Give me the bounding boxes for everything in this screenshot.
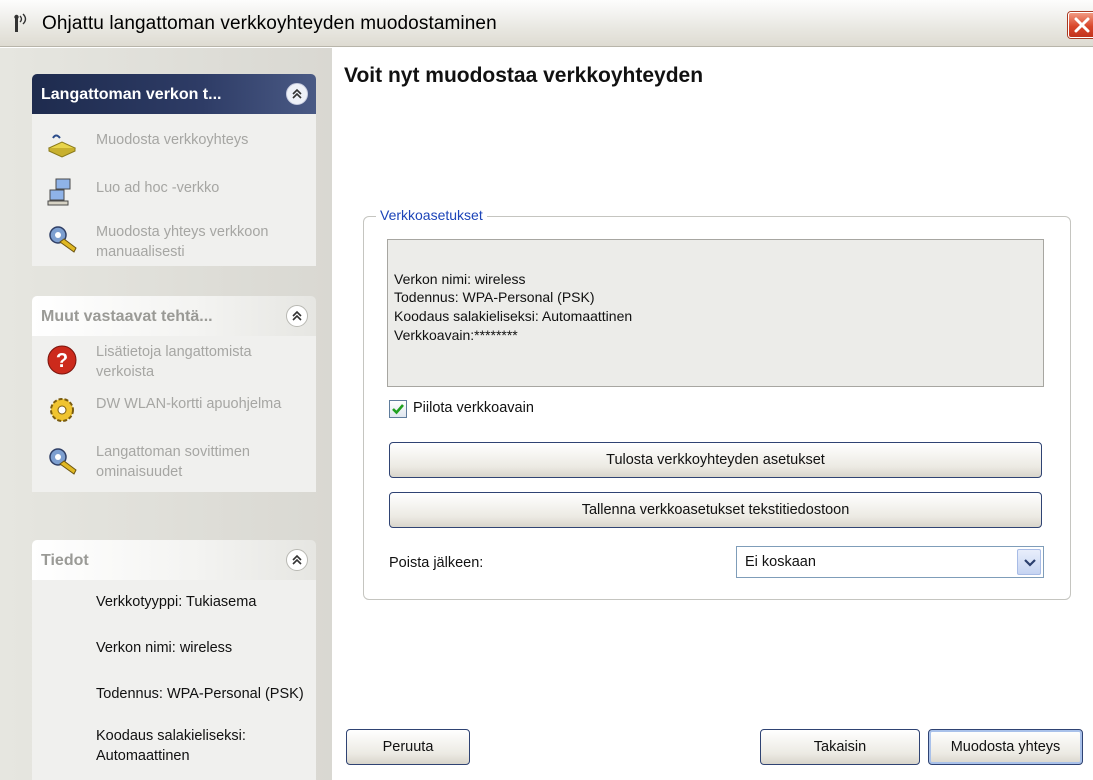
task-label: Lisätietoja langattomista verkoista (96, 344, 252, 380)
detail-encryption: Koodaus salakieliseksi: Automaattinen (96, 728, 246, 764)
task-label: Langattoman sovittimen ominaisuudet (96, 444, 250, 480)
hide-key-checkbox[interactable] (389, 400, 407, 418)
gears-wrench-icon (49, 448, 77, 475)
group-body: ? Lisätietoja langattomista verkoista DW… (32, 336, 316, 492)
settings-summary-box: Verkon nimi: wireless Todennus: WPA-Pers… (387, 239, 1044, 387)
collapse-chevron-icon[interactable] (286, 305, 308, 327)
group-title: Tiedot (41, 552, 89, 569)
chevron-down-icon (1024, 559, 1036, 567)
gear-icon (50, 398, 74, 422)
summary-encryption: Koodaus salakieliseksi: Automaattinen (394, 308, 633, 324)
group-title: Muut vastaavat tehtä... (41, 308, 213, 325)
group-title: Langattoman verkon t... (41, 86, 222, 103)
delete-after-value: Ei koskaan (745, 554, 816, 570)
group-body: Verkkotyyppi: Tukiasema Verkon nimi: wir… (32, 580, 316, 780)
checkmark-icon (392, 404, 404, 415)
close-icon (1074, 17, 1090, 33)
cancel-button[interactable]: Peruuta (346, 729, 470, 765)
task-label: Muodosta yhteys verkkoon manuaalisesti (96, 224, 269, 260)
detail-authentication: Todennus: WPA-Personal (PSK) (96, 686, 304, 702)
delete-after-label: Poista jälkeen: (389, 555, 484, 571)
group-header[interactable]: Langattoman verkon t... (32, 74, 316, 114)
wireless-tasks-group: Langattoman verkon t... Muodosta verkkoy… (32, 74, 316, 266)
task-label: Muodosta verkkoyhteys (96, 132, 249, 148)
summary-network-key: Verkkoavain:******** (394, 327, 518, 343)
collapse-chevron-icon[interactable] (286, 83, 308, 105)
close-button[interactable] (1068, 12, 1093, 38)
detail-network-type: Verkkotyyppi: Tukiasema (96, 594, 257, 610)
group-header[interactable]: Muut vastaavat tehtä... (32, 296, 316, 336)
delete-after-select[interactable]: Ei koskaan (736, 546, 1044, 578)
title-bar: Ohjattu langattoman verkkoyhteyden muodo… (0, 0, 1093, 47)
connect-button[interactable]: Muodosta yhteys (928, 729, 1083, 765)
save-settings-button[interactable]: Tallenna verkkoasetukset tekstitiedostoo… (389, 492, 1042, 528)
task-label: DW WLAN-kortti apuohjelma (96, 396, 282, 412)
svg-text:?: ? (56, 350, 68, 372)
task-label: Luo ad hoc -verkko (96, 180, 220, 196)
help-icon: ? (47, 345, 77, 375)
page-title: Voit nyt muodostaa verkkoyhteyden (344, 64, 704, 87)
print-settings-button[interactable]: Tulosta verkkoyhteyden asetukset (389, 442, 1042, 478)
related-tasks-group: Muut vastaavat tehtä... ? Lisätietoja la… (32, 296, 316, 492)
summary-authentication: Todennus: WPA-Personal (PSK) (394, 289, 595, 305)
detail-network-name: Verkon nimi: wireless (96, 640, 233, 656)
group-header[interactable]: Tiedot (32, 540, 316, 580)
summary-network-name: Verkon nimi: wireless (394, 271, 526, 287)
network-settings-legend: Verkkoasetukset (376, 207, 487, 223)
hide-key-label[interactable]: Piilota verkkoavain (413, 400, 534, 416)
back-button[interactable]: Takaisin (760, 729, 920, 765)
details-group: Tiedot Verkkotyyppi: Tukiasema Verkon ni… (32, 540, 316, 780)
task-pane: Langattoman verkon t... Muodosta verkkoy… (0, 48, 332, 780)
network-setup-icon (47, 134, 77, 158)
dropdown-button[interactable] (1017, 549, 1041, 575)
collapse-chevron-icon[interactable] (286, 549, 308, 571)
computers-icon (47, 178, 71, 206)
gears-wrench-icon (49, 226, 77, 253)
group-body: Muodosta verkkoyhteys Luo ad hoc -verkko… (32, 114, 316, 266)
window-title: Ohjattu langattoman verkkoyhteyden muodo… (42, 13, 497, 34)
wireless-icon (14, 13, 27, 32)
